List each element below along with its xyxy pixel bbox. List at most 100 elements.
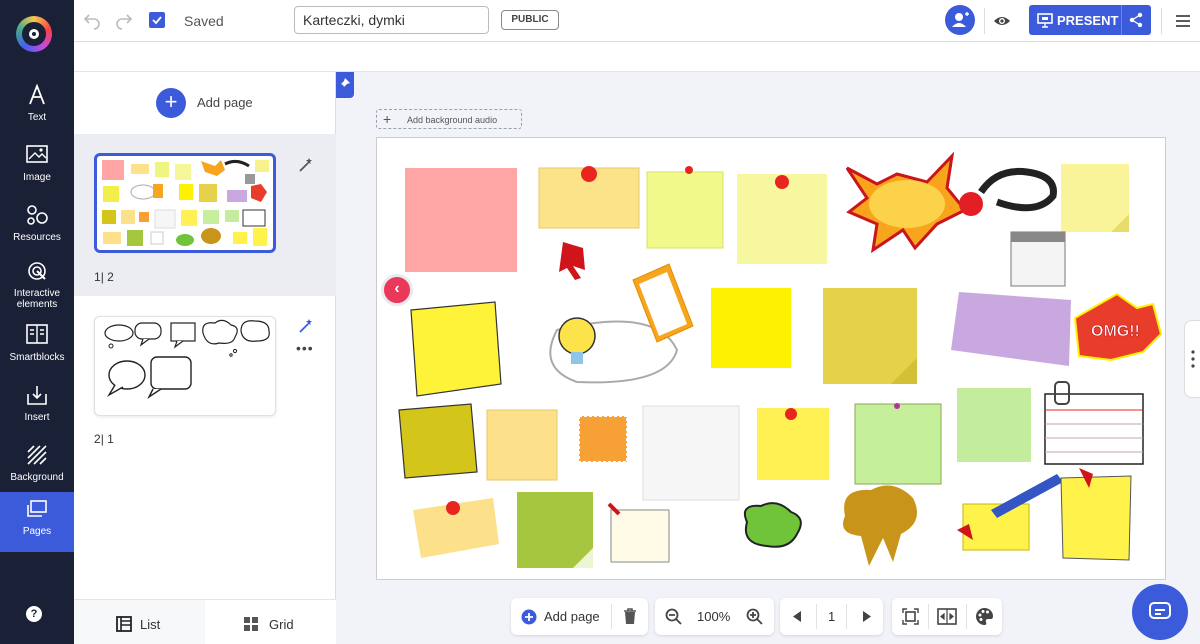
- nav-item-smartblocks[interactable]: Smartblocks: [0, 318, 74, 378]
- fit-screen-icon[interactable]: [902, 608, 919, 625]
- stamp-note: [578, 415, 628, 463]
- present-button[interactable]: PRESENT: [1029, 5, 1151, 35]
- saved-status: Saved: [184, 13, 224, 29]
- sub-toolbar: [74, 42, 1200, 72]
- green-blob-bubble: [743, 502, 802, 548]
- presentation-title-input[interactable]: [294, 6, 489, 34]
- sticky-note-bright-yellow: [711, 288, 791, 368]
- pushpin-icon: [559, 242, 585, 280]
- page-item-1[interactable]: 1| 2: [74, 134, 336, 296]
- bottom-add-page-button[interactable]: Add page: [511, 598, 611, 635]
- interactive-icon: [0, 260, 74, 288]
- sticky-note-tall: [1060, 475, 1132, 561]
- user-plus-icon: [952, 12, 969, 27]
- smartblocks-icon: [0, 324, 74, 352]
- right-panel-handle[interactable]: [1184, 320, 1200, 398]
- help-icon[interactable]: ?: [26, 606, 42, 622]
- list-icon: [116, 616, 132, 632]
- saved-check-icon: [149, 12, 165, 28]
- sticky-note-olive: [398, 403, 478, 479]
- undo-icon[interactable]: [82, 11, 102, 31]
- app-logo-icon[interactable]: [16, 16, 52, 52]
- collapse-panel-button[interactable]: ‹: [381, 274, 413, 306]
- sticky-note-curled: [1061, 164, 1129, 232]
- chat-bubble-icon: [1149, 602, 1171, 619]
- plus-circle-icon: [521, 609, 537, 625]
- sticky-note-gold: [823, 288, 917, 384]
- page-thumbnail-2[interactable]: [94, 316, 276, 416]
- background-icon: [0, 444, 74, 472]
- previous-page-icon[interactable]: [793, 611, 802, 622]
- light-bulb-icon: [558, 317, 596, 355]
- zoom-in-icon[interactable]: [746, 608, 763, 625]
- page-navigation: 1: [780, 598, 883, 635]
- nav-item-interactive-elements[interactable]: Interactive elements: [0, 254, 74, 316]
- pin-icon: [340, 78, 350, 88]
- public-button[interactable]: PUBLIC: [501, 10, 559, 30]
- pages-icon: [0, 498, 74, 526]
- magic-wand-icon[interactable]: [298, 318, 314, 339]
- next-page-icon[interactable]: [862, 611, 871, 622]
- page-number-label: 2| 1: [94, 432, 114, 446]
- nav-item-text[interactable]: Text: [0, 78, 74, 138]
- nav-item-insert[interactable]: Insert: [0, 378, 74, 438]
- left-navigation: Text Image Resources Interactive element…: [0, 0, 74, 644]
- drip-blob-bubble: [843, 485, 917, 566]
- zoom-out-icon[interactable]: [665, 608, 682, 625]
- page-thumbnail-1[interactable]: [94, 153, 276, 253]
- more-options-icon[interactable]: •••: [296, 340, 314, 356]
- tab-grid[interactable]: Grid: [205, 599, 336, 644]
- slide-canvas[interactable]: OMG!!: [376, 137, 1166, 580]
- red-pin-icon: [581, 166, 597, 182]
- chat-support-button[interactable]: [1132, 584, 1188, 640]
- grid-icon: [244, 617, 258, 631]
- hamburger-menu-icon[interactable]: [1174, 12, 1192, 35]
- insert-icon: [0, 384, 74, 412]
- zoom-level: 100%: [697, 609, 731, 624]
- page-number-label: 1| 2: [94, 270, 114, 284]
- preview-eye-icon[interactable]: [993, 12, 1011, 35]
- add-user-button[interactable]: [945, 5, 975, 35]
- sticky-note-honey: [486, 409, 558, 481]
- slide-content: OMG!!: [398, 151, 1163, 568]
- sticky-note-green-curled: [517, 492, 593, 568]
- text-icon: [0, 83, 74, 112]
- page-item-2[interactable]: 2| 1 •••: [74, 296, 336, 456]
- nav-item-resources[interactable]: Resources: [0, 198, 74, 258]
- zoom-controls: 100%: [655, 598, 774, 635]
- pages-panel: + Add page 1| 2 2| 1 ••• List Grid: [74, 72, 336, 644]
- theme-palette-icon[interactable]: [975, 607, 994, 626]
- sticky-note-cream: [610, 509, 670, 563]
- bomb-icon: [959, 192, 983, 216]
- nav-item-pages[interactable]: Pages: [0, 492, 74, 552]
- plus-icon: +: [156, 88, 186, 118]
- nav-item-image[interactable]: Image: [0, 138, 74, 198]
- plus-icon: +: [383, 111, 392, 127]
- sticky-note-white: [642, 405, 740, 501]
- resources-icon: [0, 204, 74, 232]
- magic-wand-icon[interactable]: [298, 157, 314, 178]
- redo-icon[interactable]: [114, 11, 134, 31]
- top-toolbar: Saved PUBLIC PRESENT: [74, 0, 1200, 42]
- chevron-left-icon: ‹: [394, 280, 400, 297]
- vertical-dots-icon: [1191, 350, 1195, 368]
- add-background-audio-button[interactable]: + Add background audio: [376, 109, 522, 129]
- nav-item-background[interactable]: Background: [0, 438, 74, 498]
- omg-text: OMG!!: [1091, 323, 1140, 340]
- sticky-note-lime: [646, 171, 724, 249]
- view-tools: [892, 598, 1002, 635]
- sticky-note-mint: [957, 388, 1031, 462]
- present-screen-icon: [1037, 13, 1053, 28]
- split-view-icon[interactable]: [937, 608, 957, 625]
- trash-icon[interactable]: [623, 608, 637, 625]
- sticky-note-green: [854, 403, 942, 485]
- pin-panel-button[interactable]: [336, 72, 354, 98]
- sticky-note-pink: [405, 168, 517, 272]
- bottom-page-actions: Add page: [511, 598, 648, 635]
- share-icon: [1129, 12, 1143, 28]
- sticky-note-yellow-tilted: [410, 301, 502, 397]
- sticky-note-purple: [951, 292, 1071, 366]
- tab-list[interactable]: List: [74, 599, 205, 644]
- current-page-number[interactable]: 1: [828, 609, 835, 624]
- image-icon: [0, 144, 74, 172]
